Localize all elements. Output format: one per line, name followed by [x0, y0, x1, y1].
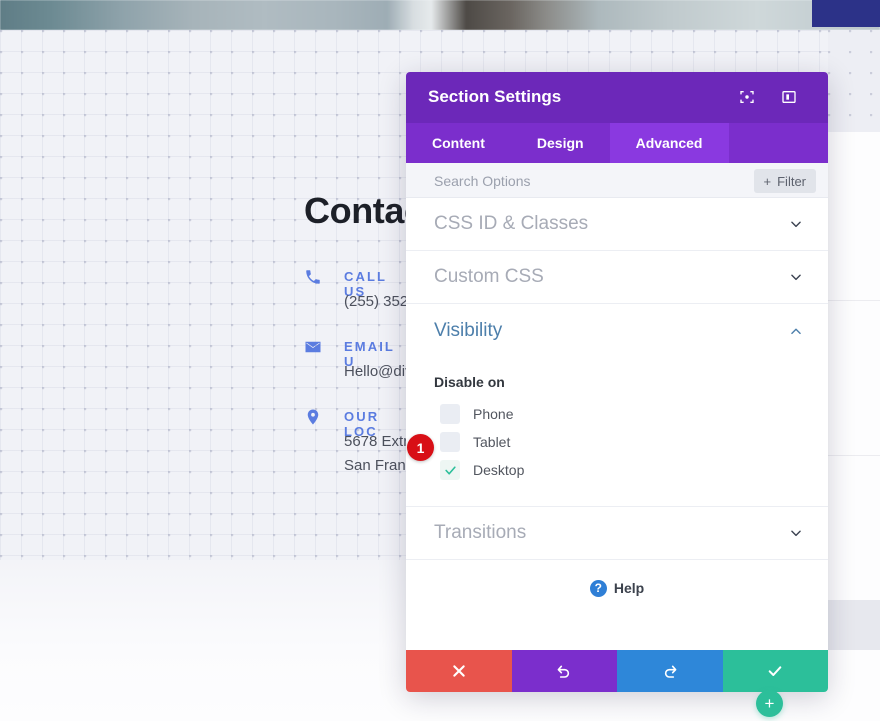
filter-button-label: Filter [777, 173, 806, 189]
plus-icon: + [763, 173, 772, 189]
right-content-column [828, 132, 880, 600]
accordion-label: Custom CSS [434, 266, 544, 287]
map-pin-icon [304, 408, 324, 428]
visibility-option-desktop[interactable]: Desktop [434, 456, 828, 484]
accordion-css-id-classes[interactable]: CSS ID & Classes [406, 198, 828, 251]
search-bar: + Filter [406, 163, 828, 198]
modal-header: Section Settings [406, 72, 828, 123]
check-icon [767, 663, 783, 679]
accordion-label: Transitions [434, 522, 527, 543]
add-module-button[interactable]: + [756, 690, 783, 717]
visibility-option-tablet[interactable]: Tablet [434, 428, 828, 456]
help-link[interactable]: ? Help [406, 560, 828, 616]
redo-button[interactable] [617, 650, 723, 692]
accordion-label: CSS ID & Classes [434, 213, 589, 234]
chevron-up-icon [789, 324, 803, 338]
question-icon: ? [589, 579, 607, 597]
visibility-option-phone[interactable]: Phone [434, 400, 828, 428]
chevron-down-icon [789, 270, 803, 284]
modal-tabs: Content Design Advanced [406, 123, 828, 163]
checkbox-phone[interactable] [440, 404, 460, 424]
modal-footer [406, 650, 828, 692]
modal-title: Section Settings [428, 87, 562, 106]
chevron-down-icon [789, 526, 803, 540]
accordion-transitions[interactable]: Transitions [406, 507, 828, 560]
row-divider [828, 455, 880, 456]
chevron-down-icon [789, 217, 803, 231]
accordion-custom-css[interactable]: Custom CSS [406, 251, 828, 304]
checkbox-label: Desktop [473, 462, 525, 478]
right-column-footer [828, 650, 880, 721]
accordion-label: Visibility [434, 319, 503, 341]
undo-button[interactable] [511, 650, 617, 692]
phone-icon [304, 268, 324, 288]
right-top-grid [828, 30, 880, 132]
checkbox-label: Phone [473, 406, 514, 422]
accordion-visibility[interactable]: Visibility [406, 304, 828, 357]
tab-content[interactable]: Content [406, 123, 511, 163]
focus-icon[interactable] [736, 86, 758, 108]
filter-button[interactable]: + Filter [753, 169, 816, 193]
tab-design[interactable]: Design [511, 123, 610, 163]
row-divider [828, 300, 880, 301]
section-settings-modal: Section Settings Content Design Advanced… [406, 72, 828, 692]
save-button[interactable] [722, 650, 828, 692]
checkbox-tablet[interactable] [440, 432, 460, 452]
step-badge: 1 [407, 434, 434, 461]
cancel-button[interactable] [406, 650, 512, 692]
envelope-icon [304, 338, 324, 358]
checkbox-label: Tablet [473, 434, 511, 450]
tab-advanced[interactable]: Advanced [609, 123, 729, 163]
contact-value: (255) 352- [344, 293, 414, 310]
help-label: Help [613, 580, 645, 596]
checkbox-desktop[interactable] [440, 460, 460, 480]
undo-icon [556, 663, 572, 679]
hero-blue-block [812, 0, 880, 27]
hero-image-strip [0, 0, 880, 30]
visibility-panel: Disable on Phone Tablet Desktop [406, 357, 828, 507]
redo-icon [662, 663, 678, 679]
right-column-shaded-row [828, 600, 880, 650]
disable-on-label: Disable on [434, 374, 505, 390]
search-input[interactable] [434, 163, 734, 198]
layout-icon[interactable] [778, 86, 800, 108]
close-icon [451, 663, 467, 679]
